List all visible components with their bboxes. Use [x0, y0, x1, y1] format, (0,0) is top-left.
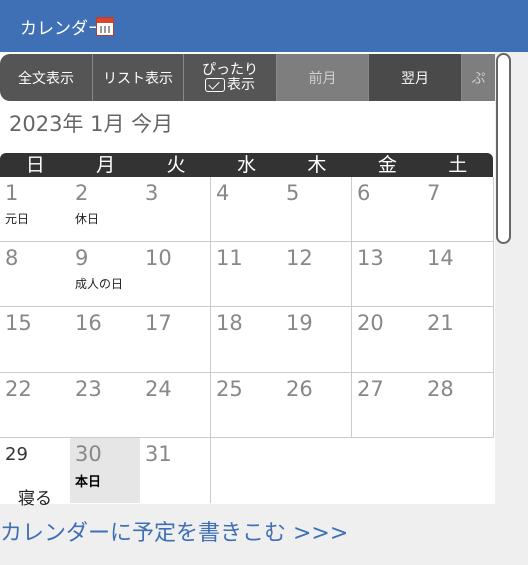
calendar-icon	[96, 17, 114, 36]
weekday-wed: 水	[236, 154, 256, 176]
day-cell[interactable]: 31	[140, 438, 211, 503]
app-title: カレンダー	[20, 19, 105, 39]
list-view-label: リスト表示	[103, 70, 173, 87]
day-cell[interactable]: 15	[0, 307, 71, 373]
day-number: 22	[5, 377, 32, 401]
today-cell[interactable]: 30 本日	[70, 438, 141, 503]
prev-month-label: 前月	[308, 70, 337, 87]
day-number: 5	[286, 181, 300, 205]
day-cell[interactable]: 26	[281, 373, 352, 438]
day-number: 6	[357, 181, 371, 205]
add-schedule-link[interactable]: カレンダーに予定を書きこむ >>>	[0, 515, 348, 547]
day-number: 4	[216, 181, 230, 205]
day-number: 18	[216, 311, 243, 335]
day-cell[interactable]: 12	[281, 242, 352, 307]
day-cell[interactable]: 6	[352, 177, 423, 242]
scrollbar-thumb[interactable]	[496, 53, 511, 244]
day-cell[interactable]: 9 成人の日	[70, 242, 141, 307]
day-cell[interactable]: 17	[140, 307, 211, 373]
day-cell[interactable]: 22	[0, 373, 71, 438]
full-text-label: 全文表示	[18, 70, 74, 87]
day-number: 8	[5, 246, 19, 270]
day-number: 13	[357, 246, 384, 270]
weekday-thu: 木	[307, 154, 327, 176]
day-number: 14	[427, 246, 454, 270]
day-cell[interactable]: 13	[352, 242, 423, 307]
day-cell[interactable]: 19	[281, 307, 352, 373]
calendar-grid: 1 元日 2 休日 3 4 5 6 7 8 9 成人の日 10 11 12 13 14…	[0, 177, 494, 509]
prev-month-button[interactable]: 前月	[277, 54, 369, 101]
holiday-label: 成人の日	[75, 277, 124, 291]
day-number: 11	[216, 246, 243, 270]
day-cell[interactable]: 29 寝る	[0, 438, 71, 509]
weekday-sat: 土	[448, 154, 468, 176]
holiday-label: 元日	[5, 212, 30, 226]
day-cell[interactable]: 27	[352, 373, 423, 438]
day-cell[interactable]: 25	[211, 373, 282, 438]
day-number: 2	[75, 181, 89, 205]
checkbox-icon	[205, 78, 225, 92]
day-cell[interactable]: 20	[352, 307, 423, 373]
weekday-tue: 火	[166, 154, 186, 176]
weekday-mon: 月	[96, 154, 116, 176]
day-cell[interactable]: 18	[211, 307, 282, 373]
list-view-button[interactable]: リスト表示	[93, 54, 184, 101]
month-label: 2023年 1月 今月	[9, 112, 174, 136]
day-number: 20	[357, 311, 384, 335]
day-cell[interactable]: 11	[211, 242, 282, 307]
event-label[interactable]: 寝る	[18, 484, 52, 509]
weekday-sun: 日	[25, 154, 45, 176]
more-label: ぷ	[471, 70, 486, 87]
day-cell[interactable]: 14	[422, 242, 494, 307]
day-cell[interactable]: 16	[70, 307, 141, 373]
day-number: 27	[357, 377, 384, 401]
day-number: 23	[75, 377, 102, 401]
next-month-label: 翌月	[401, 70, 429, 87]
day-cell[interactable]: 21	[422, 307, 494, 373]
fit-view-button[interactable]: ぴったり 表示	[184, 54, 277, 101]
day-number: 19	[286, 311, 313, 335]
day-number: 21	[427, 311, 454, 335]
day-number: 26	[286, 377, 313, 401]
day-cell[interactable]: 2 休日	[70, 177, 141, 242]
toolbar: 全文表示 リスト表示 ぴったり 表示 前月 翌月 ぷ	[0, 54, 495, 101]
day-cell[interactable]: 23	[70, 373, 141, 438]
day-number: 28	[427, 377, 454, 401]
more-button[interactable]: ぷ	[462, 54, 495, 101]
day-number: 30	[75, 442, 102, 466]
next-month-button[interactable]: 翌月	[369, 54, 462, 101]
day-number: 10	[145, 246, 172, 270]
holiday-label: 休日	[75, 212, 100, 226]
day-cell[interactable]: 5	[281, 177, 352, 242]
day-cell[interactable]: 28	[422, 373, 494, 438]
full-text-button[interactable]: 全文表示	[0, 54, 93, 101]
day-cell[interactable]: 1 元日	[0, 177, 71, 242]
day-cell[interactable]: 7	[422, 177, 494, 242]
day-number: 25	[216, 377, 243, 401]
day-cell[interactable]: 24	[140, 373, 211, 438]
day-number: 16	[75, 311, 102, 335]
weekday-header: 日 月 火 水 木 金 土	[0, 153, 493, 177]
fit-view-label-top: ぴったり	[202, 61, 258, 78]
day-number: 31	[145, 442, 172, 466]
weekday-fri: 金	[377, 154, 397, 176]
fit-view-label-bottom: 表示	[227, 76, 255, 93]
day-cell[interactable]: 8	[0, 242, 71, 307]
day-number: 9	[75, 246, 89, 270]
day-number: 12	[286, 246, 313, 270]
day-cell[interactable]: 10	[140, 242, 211, 307]
day-number: 24	[145, 377, 172, 401]
day-number: 15	[5, 311, 32, 335]
day-number: 7	[427, 181, 441, 205]
day-cell[interactable]: 4	[211, 177, 282, 242]
day-number: 1	[5, 181, 19, 205]
app-header: カレンダー	[0, 0, 528, 52]
today-label: 本日	[75, 475, 102, 490]
day-cell[interactable]: 3	[140, 177, 211, 242]
day-number: 3	[145, 181, 159, 205]
day-number: 17	[145, 311, 172, 335]
day-number: 29	[5, 444, 28, 465]
